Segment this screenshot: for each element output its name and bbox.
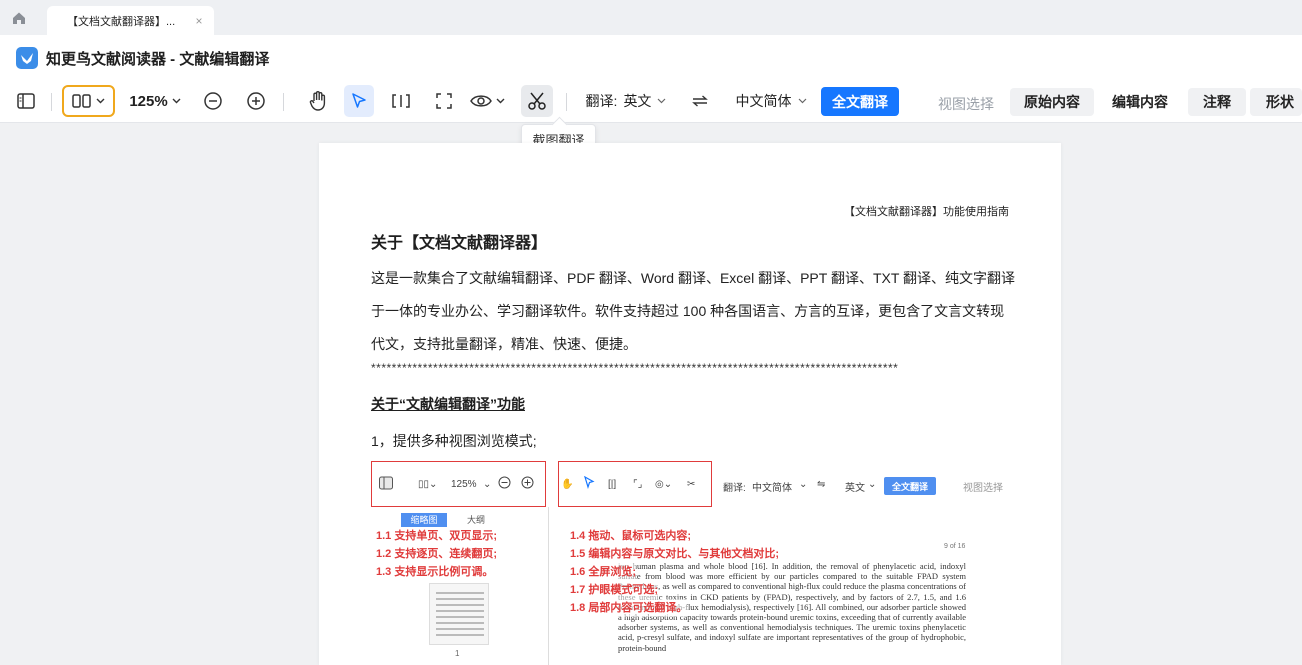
zoom-dropdown[interactable]: 125% bbox=[126, 85, 184, 117]
home-icon[interactable] bbox=[10, 9, 28, 27]
target-language-value: 中文简体 bbox=[735, 93, 792, 109]
source-language-dropdown[interactable]: 翻译: 英文 bbox=[580, 85, 672, 117]
annotation-item: 1.3 支持显示比例可调。 bbox=[376, 566, 494, 578]
figure-zoom-out-icon bbox=[498, 476, 511, 492]
chevron-down-icon bbox=[657, 98, 666, 104]
figure-view-select: 视图选择 bbox=[963, 483, 1003, 494]
page-header-note: 【文档文献翻译器】功能使用指南 bbox=[844, 206, 1009, 218]
toolbar: 125% 翻译: 英文 中文简体 全文翻译 视图选择 原始内容 编辑内容 注释 … bbox=[0, 81, 1302, 123]
figure-caret-icon: ⌄ bbox=[799, 479, 808, 490]
screenshot-translate-icon[interactable] bbox=[521, 85, 553, 117]
figure-pointer-icon bbox=[583, 475, 595, 492]
figure-caret-icon: ⌄ bbox=[868, 479, 877, 490]
chevron-down-icon bbox=[496, 98, 505, 104]
figure-page-thumbnail bbox=[429, 583, 489, 645]
full-translate-button[interactable]: 全文翻译 bbox=[821, 87, 899, 116]
tab-strip: 【文档文献翻译器】... × bbox=[0, 0, 1302, 35]
compare-view-icon[interactable] bbox=[388, 85, 414, 117]
figure-fullscreen-icon: ⌜⌟ bbox=[633, 479, 643, 490]
figure-zoom-in-icon bbox=[521, 476, 534, 492]
annotation-item: 1.8 局部内容可选翻译。 bbox=[570, 599, 688, 617]
swap-language-icon[interactable] bbox=[688, 85, 712, 117]
figure-swap-icon: ⇋ bbox=[817, 479, 826, 490]
figure-outline-tab: 大纲 bbox=[467, 515, 486, 525]
figure-annotations-left: 1.1 支持单页、双页显示; 1.2 支持逐页、连续翻页; 1.3 支持显示比例… bbox=[376, 527, 497, 581]
figure-toolbar: ▯▯⌄ 125% ⌄ ✋ [|] ⌜⌟ ◎⌄ ✂ 翻译: 中文简体 ⌄ ⇋ 英文… bbox=[371, 461, 1009, 507]
figure-target-language: 英文 bbox=[845, 483, 865, 494]
translate-label: 翻译: bbox=[585, 93, 618, 109]
zoom-value: 125% bbox=[129, 92, 168, 110]
figure-sidebar-icon bbox=[379, 476, 393, 493]
page-layout-dropdown[interactable] bbox=[62, 85, 115, 117]
chevron-down-icon bbox=[172, 98, 181, 104]
close-icon[interactable]: × bbox=[190, 14, 208, 28]
section-title: 关于“文献编辑翻译”功能 bbox=[371, 396, 525, 412]
figure-page-count: 9 of 16 bbox=[944, 543, 966, 550]
annotation-item: 1.2 支持逐页、连续翻页; bbox=[376, 548, 498, 560]
zoom-in-icon[interactable] bbox=[243, 85, 269, 117]
double-page-icon bbox=[72, 94, 91, 108]
figure-scissors-icon: ✂ bbox=[687, 479, 696, 490]
hand-tool-icon[interactable] bbox=[304, 85, 332, 117]
view-select-label: 视图选择 bbox=[938, 96, 994, 112]
chevron-down-icon bbox=[798, 98, 807, 104]
figure-full-translate-button: 全文翻译 bbox=[884, 477, 936, 495]
subheading: 1，提供多种视图浏览模式; bbox=[371, 433, 537, 449]
annotation-item: 1.5 编辑内容与原文对比、与其他文档对比; bbox=[570, 545, 780, 563]
eye-care-dropdown[interactable] bbox=[466, 85, 508, 117]
app-logo-icon bbox=[16, 47, 38, 69]
document-tab-title: 【文档文献翻译器】... bbox=[67, 15, 176, 28]
document-tab[interactable]: 【文档文献翻译器】... × bbox=[47, 6, 214, 35]
annotation-item: 1.7 护眼模式可选; bbox=[570, 581, 659, 599]
figure-zoom-value: 125% bbox=[451, 479, 477, 490]
figure-compare-icon: [|] bbox=[608, 479, 617, 490]
tab-annotation[interactable]: 注释 bbox=[1188, 88, 1246, 116]
figure-translate-label: 翻译: bbox=[723, 483, 746, 494]
tab-original-content[interactable]: 原始内容 bbox=[1010, 88, 1094, 116]
figure-thumbnail-page-number: 1 bbox=[455, 649, 460, 658]
toolbar-divider bbox=[566, 93, 567, 111]
target-language-dropdown[interactable]: 中文简体 bbox=[731, 85, 811, 117]
toolbar-divider bbox=[51, 93, 52, 111]
fullscreen-icon[interactable] bbox=[431, 85, 457, 117]
annotation-item: 1.1 支持单页、双页显示; bbox=[376, 530, 498, 542]
figure-annotations-right: 1.4 拖动、鼠标可选内容; 1.5 编辑内容与原文对比、与其他文档对比; 1.… bbox=[570, 527, 780, 617]
figure-source-language: 中文简体 bbox=[752, 483, 792, 494]
figure-thumbnail-tab: 缩略图 bbox=[401, 513, 447, 527]
figure-divider bbox=[548, 507, 549, 665]
figure-caret-icon: ⌄ bbox=[483, 479, 492, 490]
sidebar-toggle-icon[interactable] bbox=[12, 85, 40, 117]
tab-edit-content[interactable]: 编辑内容 bbox=[1100, 88, 1180, 116]
toolbar-divider bbox=[283, 93, 284, 111]
chevron-down-icon bbox=[96, 98, 105, 104]
embedded-screenshot-figure: ▯▯⌄ 125% ⌄ ✋ [|] ⌜⌟ ◎⌄ ✂ 翻译: 中文简体 ⌄ ⇋ 英文… bbox=[371, 461, 1009, 665]
select-pointer-icon[interactable] bbox=[344, 85, 374, 117]
figure-hand-icon: ✋ bbox=[561, 479, 574, 490]
figure-eye-icon: ◎⌄ bbox=[655, 479, 673, 490]
document-page: 【文档文献翻译器】功能使用指南 关于【文档文献翻译器】 这是一款集合了文献编辑翻… bbox=[319, 143, 1061, 665]
document-title: 关于【文档文献翻译器】 bbox=[371, 235, 548, 252]
figure-double-page-icon: ▯▯⌄ bbox=[418, 479, 438, 490]
title-bar: 知更鸟文献阅读器 - 文献编辑翻译 bbox=[0, 35, 1302, 81]
zoom-out-icon[interactable] bbox=[200, 85, 226, 117]
eye-icon bbox=[469, 95, 492, 107]
app-title: 知更鸟文献阅读器 - 文献编辑翻译 bbox=[46, 50, 270, 68]
tab-shape[interactable]: 形状 bbox=[1250, 88, 1302, 116]
annotation-item: 1.6 全屏浏览; bbox=[570, 563, 637, 581]
source-language-value: 英文 bbox=[623, 93, 652, 109]
annotation-item: 1.4 拖动、鼠标可选内容; bbox=[570, 527, 692, 545]
intro-paragraph: 这是一款集合了文献编辑翻译、PDF 翻译、Word 翻译、Excel 翻译、PP… bbox=[371, 270, 1016, 352]
separator-line: ****************************************… bbox=[371, 361, 899, 375]
